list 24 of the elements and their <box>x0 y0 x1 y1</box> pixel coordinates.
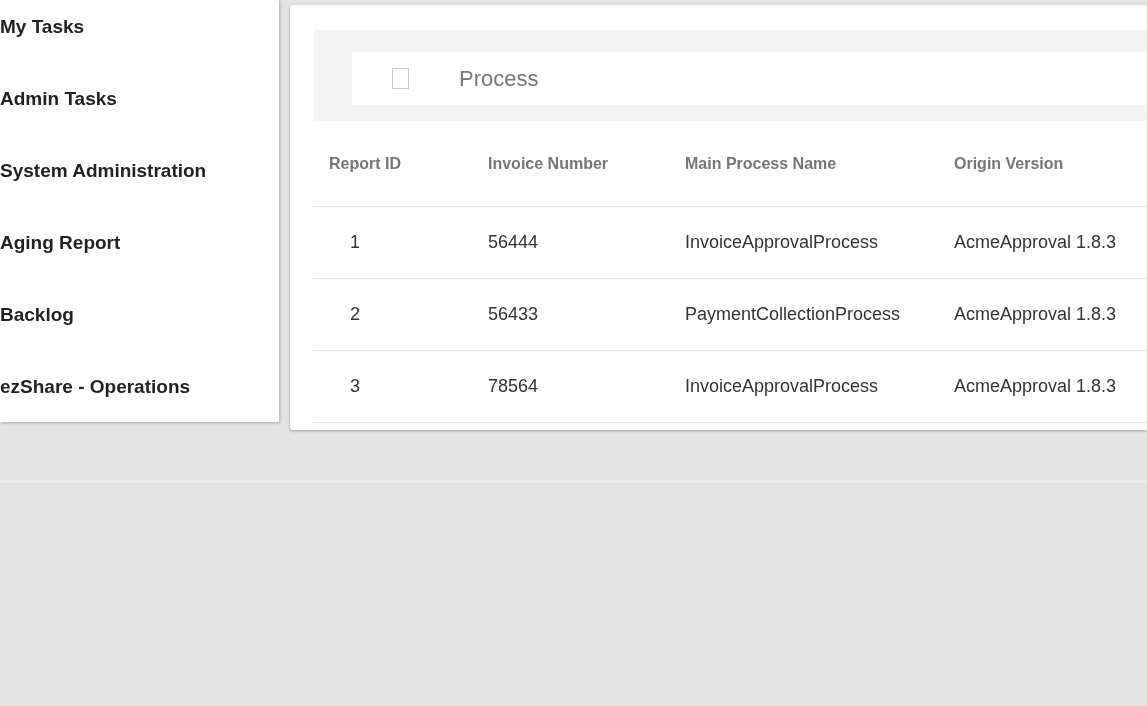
table-cell: 78564 <box>473 351 670 423</box>
select-all-checkbox[interactable] <box>392 68 409 89</box>
sidebar-item[interactable]: Aging Report <box>0 207 279 279</box>
table-cell: 56444 <box>473 207 670 279</box>
table-cell: InvoiceApprovalProcess <box>670 351 939 423</box>
sidebar-item[interactable]: My Tasks <box>0 0 279 63</box>
table-cell: PaymentCollectionProcess <box>670 279 939 351</box>
table-cell: 1 <box>314 207 473 279</box>
table-cell: 56433 <box>473 279 670 351</box>
column-header[interactable]: Origin Version <box>939 121 1147 207</box>
sidebar-item[interactable]: System Administration <box>0 135 279 207</box>
sidebar-item[interactable]: Admin Tasks <box>0 63 279 135</box>
table-cell: 2 <box>314 279 473 351</box>
table-cell: InvoiceApprovalProcess <box>670 207 939 279</box>
column-header[interactable]: Invoice Number <box>473 121 670 207</box>
toolbar-title: Process <box>459 65 539 92</box>
table-cell: AcmeApproval 1.8.3 <box>939 207 1147 279</box>
sidebar-item[interactable]: ezShare - Operations <box>0 351 279 422</box>
column-header[interactable]: Report ID <box>314 121 473 207</box>
table-cell: AcmeApproval 1.8.3 <box>939 279 1147 351</box>
column-header[interactable]: Main Process Name <box>670 121 939 207</box>
table-cell: 3 <box>314 351 473 423</box>
table-cell: AcmeApproval 1.8.3 <box>939 351 1147 423</box>
sidebar-item[interactable]: Backlog <box>0 279 279 351</box>
